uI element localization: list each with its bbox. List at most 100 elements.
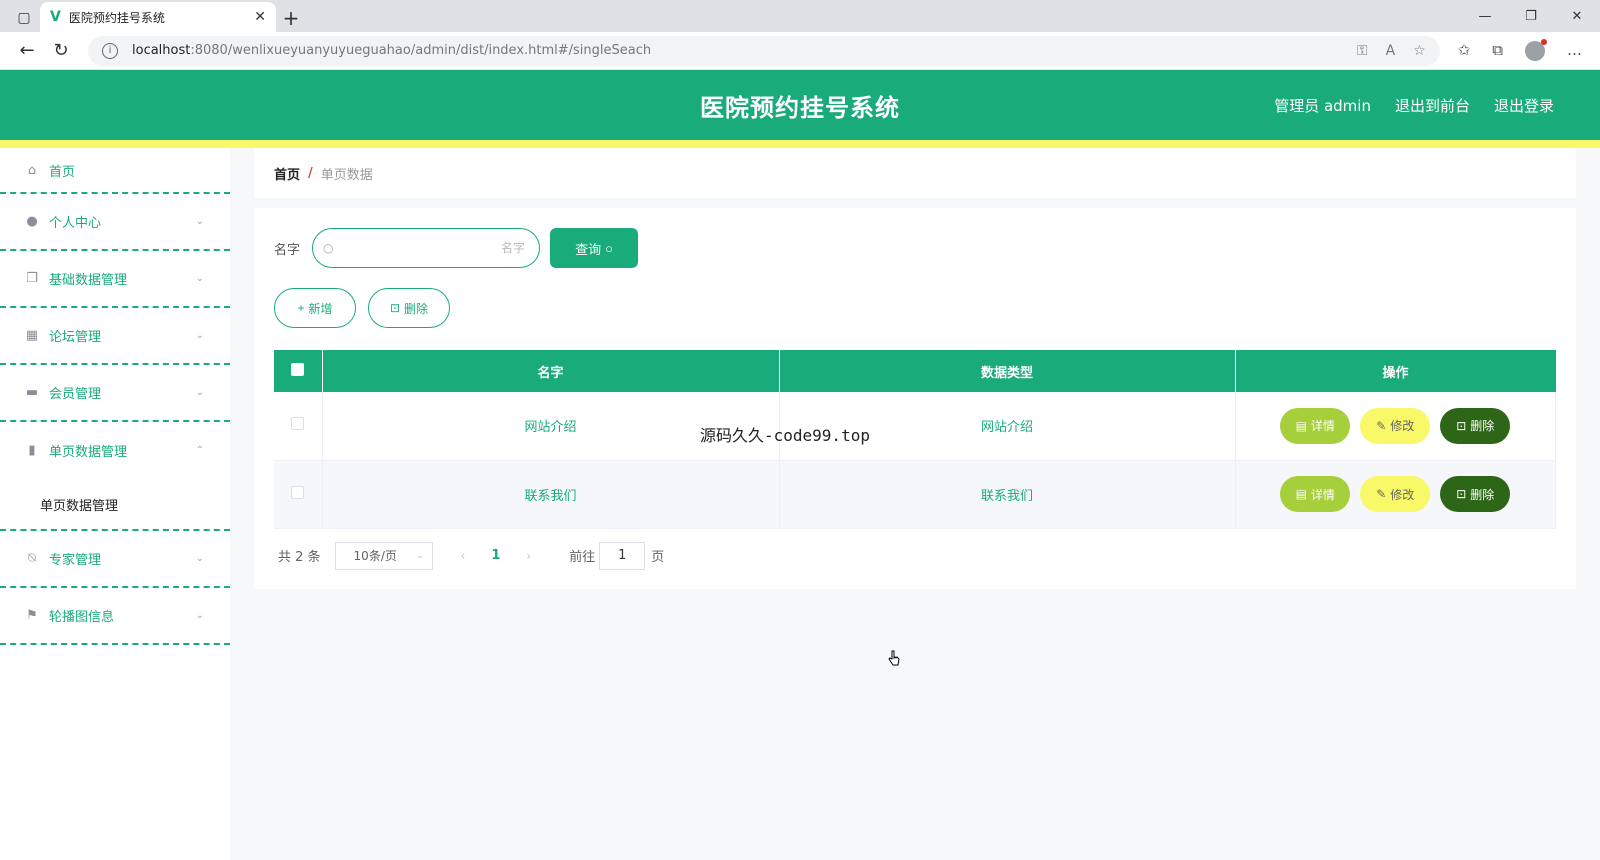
delete-button[interactable]: ⊡ 删除 [1440,476,1511,512]
submenu-item-single-page[interactable]: 单页数据管理 [0,479,230,531]
admin-user-label: 管理员 admin [1274,96,1371,115]
browser-tools: ✩ ⧉ … [1450,38,1590,61]
key-icon[interactable]: ⚿ [1357,43,1368,59]
more-icon[interactable]: … [1567,41,1582,61]
row-checkbox[interactable] [291,417,305,431]
batch-delete-button[interactable]: ⊡ 删除 [368,288,450,328]
cell-name: 联系我们 [322,460,780,529]
search-icon: ○ [605,240,613,256]
sidebar-item-basic-data[interactable]: ❐ 基础数据管理 ⌄ [0,251,230,308]
pagination-total: 共 2 条 [278,550,321,565]
read-aloud-icon[interactable]: A [1386,43,1396,59]
delete-button[interactable]: ⊡ 删除 [1440,407,1511,444]
sidebar-item-label: 单页数据管理 [49,445,128,460]
search-field[interactable]: ○ [312,228,541,268]
bar-chart-icon: ▮ [28,443,36,458]
list-panel: 名字 ○ 查询 ○ + 新增 ⊡ 删除 [254,208,1576,589]
detail-button[interactable]: ▤ 详情 [1280,407,1351,444]
search-input[interactable] [339,241,526,255]
trash-icon: ⊡ [1456,487,1467,501]
page-unit-label: 页 [651,550,665,565]
close-window-icon[interactable]: ✕ [1554,0,1600,32]
detail-button[interactable]: ▤ 详情 [1280,476,1351,512]
app-header: 医院预约挂号系统 管理员 admin 退出到前台 退出登录 [0,70,1600,140]
favorites-icon[interactable]: ✩ [1458,41,1471,61]
table-header-row: 名字 数据类型 操作 [274,350,1556,392]
trash-icon: ⊡ [389,301,401,315]
pagination: 共 2 条 10条/页 ⌄ ‹ 1 › 前往 1 页 [274,541,1556,571]
sidebar-item-label: 会员管理 [49,387,102,402]
url-path: :8080/wenlixueyuanyuyueguahao/admin/dist… [190,43,652,58]
briefcase-icon: ▬ [25,385,39,400]
add-favorite-icon[interactable]: ☆ [1413,43,1426,59]
sidebar-item-home[interactable]: ⌂ 首页 [0,148,230,194]
url-field[interactable]: i localhost:8080/wenlixueyuanyuyueguahao… [88,35,1440,66]
search-row: 名字 ○ 查询 ○ [274,228,1556,268]
sidebar-item-forum[interactable]: ▦ 论坛管理 ⌄ [0,308,230,365]
chevron-down-icon: ⌄ [195,553,204,564]
select-all-cell [274,350,323,392]
chevron-down-icon: ⌄ [195,273,204,284]
back-icon[interactable]: ← [10,40,44,61]
exit-to-front-link[interactable]: 退出到前台 [1395,95,1470,116]
breadcrumb-home[interactable]: 首页 [274,164,300,183]
prev-page-icon[interactable]: ‹ [461,549,466,563]
row-select-cell [274,460,323,529]
home-icon: ⌂ [27,162,37,178]
pencil-icon: ✎ [1376,418,1387,433]
sidebar-item-experts[interactable]: ⍉ 专家管理 ⌄ [0,531,230,588]
delete-label: 删除 [1470,419,1495,434]
reload-icon[interactable]: ↻ [44,40,78,61]
chevron-down-icon: ⌄ [195,387,204,398]
edit-button[interactable]: ✎ 修改 [1360,407,1431,444]
sidebar-item-label: 基础数据管理 [49,273,128,288]
mouse-cursor-icon [888,650,900,666]
submenu-item-label: 单页数据管理 [40,498,119,514]
column-header-ops: 操作 [1382,365,1409,381]
edit-button[interactable]: ✎ 修改 [1360,476,1431,512]
logout-link[interactable]: 退出登录 [1494,95,1554,116]
bell-off-icon: ⍉ [28,551,36,566]
vue-favicon-icon: V [50,9,61,25]
chevron-down-icon: ⌄ [195,610,204,621]
edit-label: 修改 [1390,487,1415,502]
close-tab-icon[interactable]: ✕ [254,9,266,25]
collections-icon[interactable]: ⧉ [1492,41,1503,61]
site-info-icon[interactable]: i [102,42,118,59]
select-all-checkbox[interactable] [291,362,305,376]
row-checkbox[interactable] [291,485,305,499]
data-table: 名字 数据类型 操作 网站介绍 网站介绍 ▤ 详情 ✎ 修改 ⊡ 删除 联系我们… [274,350,1556,529]
search-label: 名字 [274,242,301,258]
plus-icon: + [297,301,305,315]
chevron-down-icon: ⌄ [195,216,204,227]
breadcrumb-current: 单页数据 [320,167,373,183]
cell-ops: ▤ 详情 ✎ 修改 ⊡ 删除 [1235,392,1556,461]
sidebar-item-personal[interactable]: ● 个人中心 ⌄ [0,194,230,251]
query-button[interactable]: 查询 ○ [550,228,639,268]
table-row: 联系我们 联系我们 ▤ 详情 ✎ 修改 ⊡ 删除 [274,460,1556,529]
sidebar-item-label: 个人中心 [49,216,102,231]
sidebar-item-members[interactable]: ▬ 会员管理 ⌄ [0,365,230,422]
page-size-select[interactable]: 10条/页 ⌄ [334,541,433,570]
pencil-icon: ✎ [1376,487,1387,501]
profile-avatar-icon[interactable] [1525,38,1547,61]
delete-button-label: 删除 [404,301,429,316]
document-icon: ▤ [1295,418,1307,433]
browser-tabbar: ▢ V 医院预约挂号系统 ✕ + — ❐ ✕ [0,0,1600,32]
sidebar-item-single-page[interactable]: ▮ 单页数据管理 ⌃ [0,422,230,479]
new-tab-icon[interactable]: + [276,4,306,32]
restore-icon[interactable]: ❐ [1508,0,1554,32]
next-page-icon[interactable]: › [526,549,531,563]
page-number[interactable]: 1 [491,548,500,563]
sidebar-item-carousel[interactable]: ⚑ 轮播图信息 ⌄ [0,588,230,645]
cell-type: 联系我们 [779,460,1236,529]
minimize-icon[interactable]: — [1462,0,1508,32]
cell-ops: ▤ 详情 ✎ 修改 ⊡ 删除 [1235,460,1556,529]
browser-tab[interactable]: V 医院预约挂号系统 ✕ [40,2,276,32]
document-icon: ▤ [1295,487,1307,501]
tab-actions-icon[interactable]: ▢ [8,4,40,32]
column-header-name: 名字 [322,350,780,392]
add-button[interactable]: + 新增 [274,288,356,328]
overlay-notice: 源码久久-code99.top [700,426,870,445]
goto-page-input[interactable]: 1 [599,541,646,570]
